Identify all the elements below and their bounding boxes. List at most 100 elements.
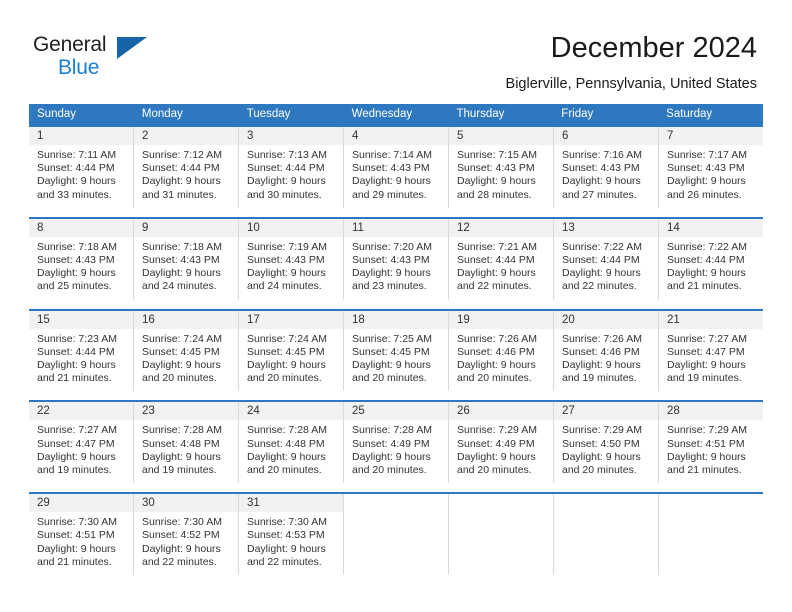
day-cell[interactable]: 3 Sunrise: 7:13 AM Sunset: 4:44 PM Dayli… [239,127,344,208]
day-cell[interactable]: 20 Sunrise: 7:26 AM Sunset: 4:46 PM Dayl… [554,310,659,392]
day-number: 4 [352,130,359,142]
day-cell[interactable]: 6 Sunrise: 7:16 AM Sunset: 4:43 PM Dayli… [554,127,659,208]
daylight-text-line1: Daylight: 9 hours [667,359,746,372]
day-cell[interactable]: 1 Sunrise: 7:11 AM Sunset: 4:44 PM Dayli… [29,127,134,208]
daylight-text-line2: and 22 minutes. [562,280,637,293]
day-cell[interactable]: 9 Sunrise: 7:18 AM Sunset: 4:43 PM Dayli… [134,218,239,300]
daylight-text-line2: and 27 minutes. [562,188,637,201]
day-cell[interactable]: 14 Sunrise: 7:22 AM Sunset: 4:44 PM Dayl… [659,218,763,300]
sunrise-text: Sunrise: 7:15 AM [457,149,537,161]
sunset-text: Sunset: 4:46 PM [457,345,535,358]
day-number: 16 [142,313,155,326]
sunrise-text: Sunrise: 7:26 AM [562,332,642,345]
day-cell[interactable]: 28 Sunrise: 7:29 AM Sunset: 4:51 PM Dayl… [659,402,763,484]
daylight-text-line2: and 20 minutes. [457,372,532,385]
day-number: 2 [142,130,149,142]
daylight-text-line1: Daylight: 9 hours [562,359,641,372]
sunrise-text: Sunrise: 7:29 AM [667,424,747,437]
day-number-bar: 21 [659,310,763,329]
sunrise-text: Sunrise: 7:22 AM [562,240,642,253]
day-cell[interactable]: 24 Sunrise: 7:28 AM Sunset: 4:48 PM Dayl… [239,402,344,484]
sunrise-text: Sunrise: 7:30 AM [247,516,327,529]
daylight-text-line1: Daylight: 9 hours [457,175,536,188]
day-cell[interactable]: 18 Sunrise: 7:25 AM Sunset: 4:45 PM Dayl… [344,310,449,392]
day-details: Sunrise: 7:30 AM Sunset: 4:52 PM Dayligh… [134,512,238,575]
page-title: December 2024 [550,32,757,64]
day-cell[interactable]: 31 Sunrise: 7:30 AM Sunset: 4:53 PM Dayl… [239,494,344,576]
daylight-text-line2: and 21 minutes. [667,280,742,293]
day-number-bar: 22 [29,402,133,421]
day-cell[interactable]: 23 Sunrise: 7:28 AM Sunset: 4:48 PM Dayl… [134,402,239,484]
day-cell[interactable]: 30 Sunrise: 7:30 AM Sunset: 4:52 PM Dayl… [134,494,239,576]
day-cell[interactable]: 16 Sunrise: 7:24 AM Sunset: 4:45 PM Dayl… [134,310,239,392]
day-cell[interactable]: 7 Sunrise: 7:17 AM Sunset: 4:43 PM Dayli… [659,127,763,208]
day-cell[interactable]: 29 Sunrise: 7:30 AM Sunset: 4:51 PM Dayl… [29,494,134,576]
day-cell[interactable]: 25 Sunrise: 7:28 AM Sunset: 4:49 PM Dayl… [344,402,449,484]
day-details: Sunrise: 7:30 AM Sunset: 4:53 PM Dayligh… [239,512,343,575]
day-details: Sunrise: 7:18 AM Sunset: 4:43 PM Dayligh… [29,237,133,300]
daylight-text-line1: Daylight: 9 hours [247,267,326,280]
day-cell[interactable]: 13 Sunrise: 7:22 AM Sunset: 4:44 PM Dayl… [554,218,659,300]
day-number: 18 [352,313,365,326]
daylight-text-line1: Daylight: 9 hours [142,175,221,188]
day-cell[interactable]: 12 Sunrise: 7:21 AM Sunset: 4:44 PM Dayl… [449,218,554,300]
sunset-text: Sunset: 4:43 PM [562,162,640,175]
day-number-bar: 25 [344,402,448,421]
sunset-text: Sunset: 4:43 PM [667,162,745,175]
day-cell[interactable]: 22 Sunrise: 7:27 AM Sunset: 4:47 PM Dayl… [29,402,134,484]
day-number: 30 [142,497,155,510]
day-number: 3 [247,130,254,142]
day-number: 9 [142,221,149,234]
daylight-text-line2: and 22 minutes. [142,555,217,568]
day-number-bar [344,494,448,513]
sunset-text: Sunset: 4:45 PM [352,345,430,358]
daylight-text-line2: and 20 minutes. [247,464,322,477]
day-cell[interactable]: 15 Sunrise: 7:23 AM Sunset: 4:44 PM Dayl… [29,310,134,392]
sunset-text: Sunset: 4:45 PM [142,345,220,358]
day-number: 12 [457,221,470,234]
day-cell[interactable]: 17 Sunrise: 7:24 AM Sunset: 4:45 PM Dayl… [239,310,344,392]
day-cell[interactable]: 5 Sunrise: 7:15 AM Sunset: 4:43 PM Dayli… [449,127,554,208]
day-number-bar: 24 [239,402,343,421]
day-cell[interactable]: 11 Sunrise: 7:20 AM Sunset: 4:43 PM Dayl… [344,218,449,300]
day-number-bar: 7 [659,127,763,145]
day-number-bar: 23 [134,402,238,421]
day-number: 5 [457,130,464,142]
daylight-text-line1: Daylight: 9 hours [142,267,221,280]
day-cell[interactable]: 8 Sunrise: 7:18 AM Sunset: 4:43 PM Dayli… [29,218,134,300]
sunset-text: Sunset: 4:53 PM [247,529,325,542]
daylight-text-line2: and 21 minutes. [37,372,112,385]
sunset-text: Sunset: 4:44 PM [247,162,325,175]
day-cell[interactable]: 19 Sunrise: 7:26 AM Sunset: 4:46 PM Dayl… [449,310,554,392]
general-blue-logo: General Blue [33,33,163,81]
sunrise-text: Sunrise: 7:21 AM [457,240,537,253]
daylight-text-line2: and 21 minutes. [667,464,742,477]
daylight-text-line1: Daylight: 9 hours [247,175,326,188]
day-cell[interactable]: 26 Sunrise: 7:29 AM Sunset: 4:49 PM Dayl… [449,402,554,484]
daylight-text-line1: Daylight: 9 hours [37,359,116,372]
day-cell[interactable]: 4 Sunrise: 7:14 AM Sunset: 4:43 PM Dayli… [344,127,449,208]
day-details: Sunrise: 7:22 AM Sunset: 4:44 PM Dayligh… [554,237,658,300]
daylight-text-line1: Daylight: 9 hours [142,450,221,463]
sunrise-text: Sunrise: 7:24 AM [247,332,327,345]
day-number-bar: 6 [554,127,658,145]
sunrise-text: Sunrise: 7:16 AM [562,149,642,161]
day-details: Sunrise: 7:29 AM Sunset: 4:50 PM Dayligh… [554,420,658,483]
day-number: 21 [667,313,680,326]
day-details: Sunrise: 7:29 AM Sunset: 4:51 PM Dayligh… [659,420,763,483]
day-cell[interactable]: 10 Sunrise: 7:19 AM Sunset: 4:43 PM Dayl… [239,218,344,300]
day-cell[interactable]: 27 Sunrise: 7:29 AM Sunset: 4:50 PM Dayl… [554,402,659,484]
day-number-bar: 14 [659,218,763,237]
daylight-text-line1: Daylight: 9 hours [37,175,116,188]
sunset-text: Sunset: 4:44 PM [562,254,640,267]
day-number: 17 [247,313,260,326]
daylight-text-line2: and 19 minutes. [667,372,742,385]
day-cell[interactable]: 2 Sunrise: 7:12 AM Sunset: 4:44 PM Dayli… [134,127,239,208]
sunrise-text: Sunrise: 7:24 AM [142,332,222,345]
day-details [554,512,658,570]
day-details [344,512,448,570]
day-cell[interactable]: 21 Sunrise: 7:27 AM Sunset: 4:47 PM Dayl… [659,310,763,392]
day-cell-empty [554,494,659,576]
day-details: Sunrise: 7:20 AM Sunset: 4:43 PM Dayligh… [344,237,448,300]
sunset-text: Sunset: 4:44 PM [37,162,115,175]
